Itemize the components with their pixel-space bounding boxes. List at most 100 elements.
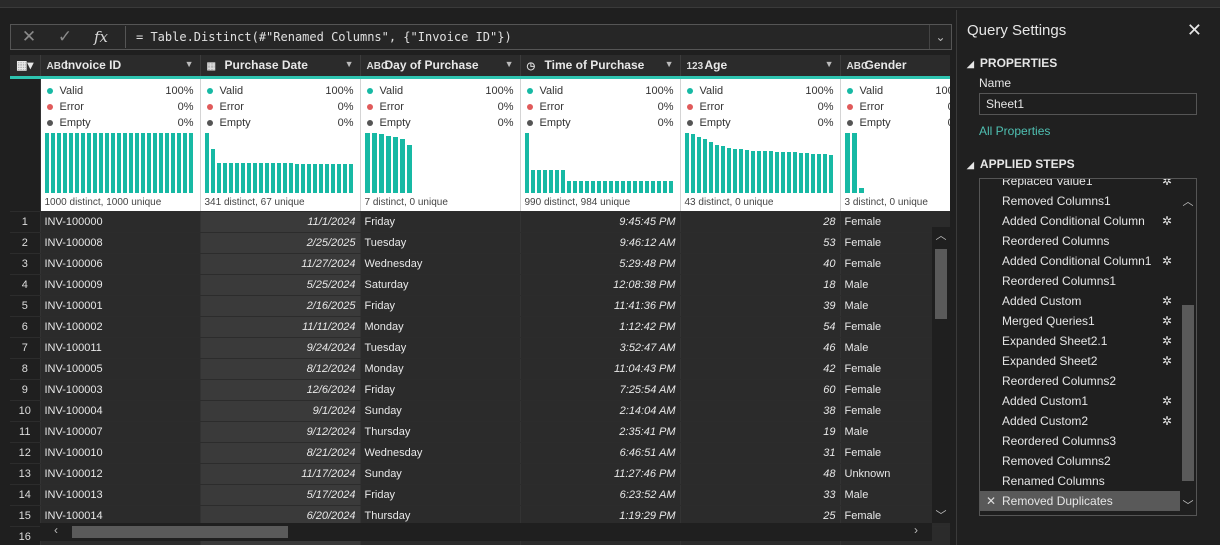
table-cell[interactable]: INV-100011: [40, 337, 201, 359]
row-number[interactable]: 6: [10, 316, 41, 338]
table-cell[interactable]: 9:46:12 AM: [520, 232, 681, 254]
collapse-triangle-icon[interactable]: ◢: [967, 59, 974, 69]
column-header[interactable]: ABCDay of Purchase ▼: [360, 55, 521, 79]
applied-step-item[interactable]: Expanded Sheet2 ✲: [980, 351, 1180, 371]
gear-icon[interactable]: ✲: [1162, 211, 1172, 231]
table-cell[interactable]: 9/12/2024: [200, 421, 361, 443]
filter-dropdown-icon[interactable]: ▼: [825, 59, 834, 69]
table-cell[interactable]: Friday: [360, 484, 521, 506]
table-cell[interactable]: 11/11/2024: [200, 316, 361, 338]
row-number[interactable]: 4: [10, 274, 41, 296]
table-cell[interactable]: INV-100009: [40, 274, 201, 296]
column-header[interactable]: ABCInvoice ID ▼: [40, 55, 201, 79]
table-cell[interactable]: 11:41:36 PM: [520, 295, 681, 317]
table-cell[interactable]: 5/25/2024: [200, 274, 361, 296]
table-row[interactable]: 4 INV-100009 5/25/2024 Saturday 12:08:38 PM 1…: [10, 274, 950, 296]
scroll-up-icon[interactable]: ︿: [932, 227, 950, 243]
row-number[interactable]: 9: [10, 379, 41, 401]
applied-step-item[interactable]: Merged Queries1 ✲: [980, 311, 1180, 331]
row-number[interactable]: 10: [10, 400, 41, 422]
table-cell[interactable]: 60: [680, 379, 841, 401]
table-cell[interactable]: INV-100007: [40, 421, 201, 443]
table-cell[interactable]: 40: [680, 253, 841, 275]
table-cell[interactable]: 31: [680, 442, 841, 464]
applied-steps-heading[interactable]: ◢ APPLIED STEPS: [967, 157, 1075, 171]
table-cell[interactable]: 12:08:38 PM: [520, 274, 681, 296]
table-row[interactable]: 11 INV-100007 9/12/2024 Thursday 2:35:41 PM 1…: [10, 421, 950, 443]
cancel-icon[interactable]: ✕: [11, 25, 47, 49]
column-type-icon[interactable]: ABC: [367, 61, 389, 72]
gear-icon[interactable]: ✲: [1162, 251, 1172, 271]
filter-dropdown-icon[interactable]: ▼: [185, 59, 194, 69]
properties-heading[interactable]: ◢ PROPERTIES: [967, 56, 1057, 70]
table-row[interactable]: 9 INV-100003 12/6/2024 Friday 7:25:54 AM 60 Fe…: [10, 379, 950, 401]
table-cell[interactable]: 2/16/2025: [200, 295, 361, 317]
gear-icon[interactable]: ✲: [1162, 351, 1172, 371]
table-row[interactable]: 1 INV-100000 11/1/2024 Friday 9:45:45 PM 28 Fe…: [10, 211, 950, 233]
filter-dropdown-icon[interactable]: ▼: [665, 59, 674, 69]
applied-step-item[interactable]: Renamed Columns: [980, 471, 1180, 491]
table-cell[interactable]: 5/17/2024: [200, 484, 361, 506]
fx-icon[interactable]: fx: [83, 25, 119, 49]
table-cell[interactable]: 2:35:41 PM: [520, 421, 681, 443]
distribution-histogram[interactable]: [364, 132, 513, 193]
table-row[interactable]: 5 INV-100001 2/16/2025 Friday 11:41:36 PM 39 M…: [10, 295, 950, 317]
table-cell[interactable]: 2/25/2025: [200, 232, 361, 254]
applied-step-item[interactable]: Replaced Value1 ✲: [980, 179, 1180, 191]
distribution-histogram[interactable]: [844, 132, 951, 193]
table-cell[interactable]: INV-100004: [40, 400, 201, 422]
applied-step-item[interactable]: Reordered Columns2: [980, 371, 1180, 391]
scroll-down-icon[interactable]: ﹀: [932, 507, 950, 523]
table-cell[interactable]: 2:14:04 AM: [520, 400, 681, 422]
applied-step-item[interactable]: Reordered Columns3: [980, 431, 1180, 451]
formula-input[interactable]: = Table.Distinct(#"Renamed Columns", {"I…: [126, 30, 929, 44]
distribution-histogram[interactable]: [44, 132, 193, 193]
table-cell[interactable]: Tuesday: [360, 232, 521, 254]
table-cell[interactable]: 9/1/2024: [200, 400, 361, 422]
applied-step-item[interactable]: Added Conditional Column ✲: [980, 211, 1180, 231]
table-cell[interactable]: 8/12/2024: [200, 358, 361, 380]
table-row[interactable]: 7 INV-100011 9/24/2024 Tuesday 3:52:47 AM 46 M…: [10, 337, 950, 359]
table-cell[interactable]: 12/6/2024: [200, 379, 361, 401]
all-properties-link[interactable]: All Properties: [979, 124, 1050, 138]
table-row[interactable]: 3 INV-100006 11/27/2024 Wednesday 5:29:48 PM…: [10, 253, 950, 275]
applied-step-item[interactable]: Added Custom2 ✲: [980, 411, 1180, 431]
table-cell[interactable]: INV-100008: [40, 232, 201, 254]
table-cell[interactable]: Wednesday: [360, 442, 521, 464]
applied-step-item[interactable]: Added Custom ✲: [980, 291, 1180, 311]
applied-step-item[interactable]: Reordered Columns: [980, 231, 1180, 251]
table-cell[interactable]: Tuesday: [360, 337, 521, 359]
row-number[interactable]: 16: [10, 526, 41, 545]
gear-icon[interactable]: ✲: [1162, 291, 1172, 311]
chevron-down-icon[interactable]: ⌄: [929, 25, 951, 49]
column-header[interactable]: ◷ Time of Purchase ▼: [520, 55, 681, 79]
scroll-up-icon[interactable]: ︿: [1180, 193, 1196, 209]
table-cell[interactable]: 48: [680, 463, 841, 485]
table-cell[interactable]: 8/21/2024: [200, 442, 361, 464]
table-cell[interactable]: 53: [680, 232, 841, 254]
table-cell[interactable]: Saturday: [360, 274, 521, 296]
column-type-icon[interactable]: ▦: [207, 61, 225, 72]
row-number[interactable]: 3: [10, 253, 41, 275]
table-cell[interactable]: 54: [680, 316, 841, 338]
table-cell[interactable]: 11:27:46 PM: [520, 463, 681, 485]
name-field[interactable]: Sheet1: [979, 93, 1197, 115]
scroll-down-icon[interactable]: ﹀: [1180, 497, 1196, 513]
column-type-icon[interactable]: ABC: [47, 61, 69, 72]
distribution-histogram[interactable]: [204, 132, 353, 193]
table-cell[interactable]: Monday: [360, 316, 521, 338]
gear-icon[interactable]: ✲: [1162, 311, 1172, 331]
table-cell[interactable]: 6:46:51 AM: [520, 442, 681, 464]
row-number[interactable]: 12: [10, 442, 41, 464]
applied-step-item[interactable]: Expanded Sheet2.1 ✲: [980, 331, 1180, 351]
row-number[interactable]: 5: [10, 295, 41, 317]
table-cell[interactable]: INV-100005: [40, 358, 201, 380]
distribution-histogram[interactable]: [524, 132, 673, 193]
scroll-thumb[interactable]: [72, 526, 288, 538]
row-number[interactable]: 2: [10, 232, 41, 254]
table-cell[interactable]: 6:23:52 AM: [520, 484, 681, 506]
scroll-thumb[interactable]: [1182, 305, 1194, 481]
table-row[interactable]: 6 INV-100002 11/11/2024 Monday 1:12:42 PM 54 F…: [10, 316, 950, 338]
gear-icon[interactable]: ✲: [1162, 179, 1172, 191]
table-cell[interactable]: 46: [680, 337, 841, 359]
